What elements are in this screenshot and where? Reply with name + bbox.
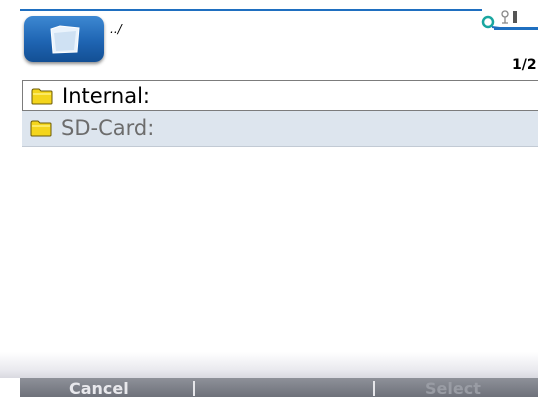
list-item-sd-card[interactable]: SD-Card: <box>22 110 538 147</box>
list-item-label: SD-Card: <box>61 116 155 140</box>
folder-icon <box>50 25 80 54</box>
select-button[interactable]: Select <box>425 379 481 398</box>
app-icon <box>24 16 104 62</box>
list-item-internal[interactable]: Internal: <box>22 80 538 111</box>
softkey-bar: Cancel Select <box>20 378 538 398</box>
softkey-separator <box>373 381 375 396</box>
page-counter: 1/2 <box>512 57 537 73</box>
folder-icon <box>30 120 52 137</box>
softkey-bar-fade <box>0 352 538 378</box>
current-path: ../ <box>110 22 122 36</box>
network-status-icon <box>481 10 538 29</box>
folder-list: Internal: SD-Card: <box>22 80 538 147</box>
softkey-separator <box>193 381 195 396</box>
header-divider <box>20 9 482 11</box>
folder-icon <box>31 88 53 104</box>
cancel-button[interactable]: Cancel <box>69 379 129 398</box>
list-item-label: Internal: <box>62 83 151 108</box>
